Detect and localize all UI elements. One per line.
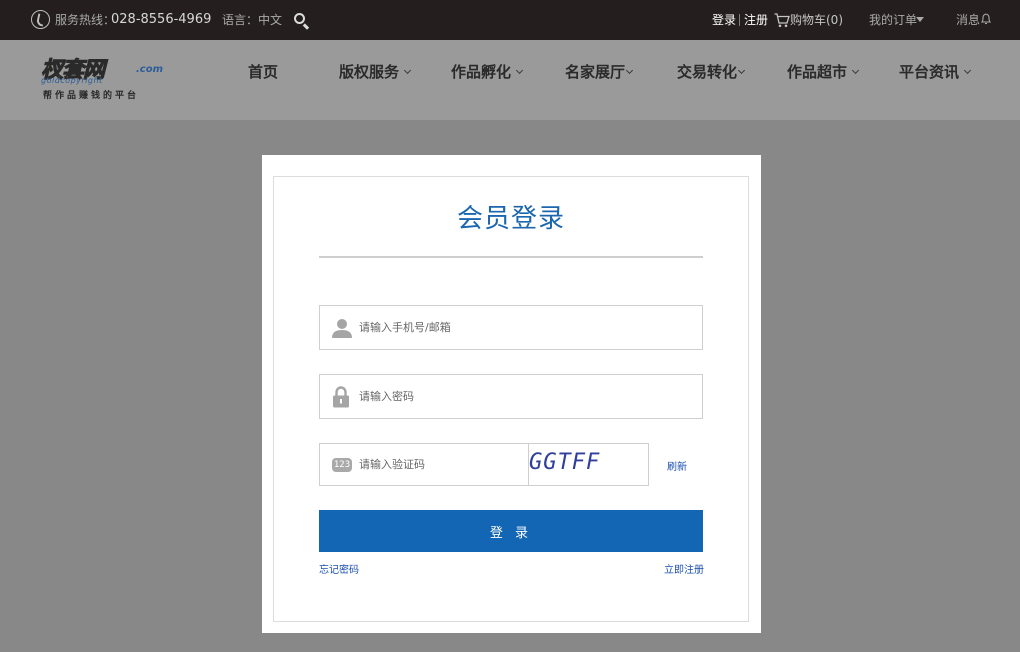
- chevron-down-icon: [625, 66, 634, 75]
- nav-item-copyright[interactable]: 版权服务: [339, 60, 412, 84]
- cart-link[interactable]: 购物车(0): [790, 0, 843, 40]
- account-input[interactable]: [359, 306, 679, 349]
- nav-label: 名家展厅: [565, 63, 626, 81]
- user-icon: [332, 319, 352, 338]
- caret-down-icon[interactable]: [916, 17, 924, 22]
- site-logo[interactable]: 杈套网 .com goldcopyright 帮作品赚钱的平台: [40, 52, 171, 104]
- captcha-input[interactable]: [359, 444, 524, 485]
- nav-label: 版权服务: [339, 63, 400, 81]
- logo-dotcom: .com: [136, 64, 164, 75]
- login-submit-button[interactable]: 登 录: [319, 510, 703, 552]
- nav-label: 首页: [248, 63, 279, 81]
- account-field: [319, 305, 703, 350]
- logo-domain: goldcopyright: [41, 76, 103, 85]
- nav-label: 作品孵化: [451, 63, 512, 81]
- nav-item-market[interactable]: 作品超市: [787, 60, 860, 84]
- register-link[interactable]: 注册: [744, 0, 768, 40]
- chevron-down-icon: [963, 66, 972, 75]
- chevron-down-icon: [737, 66, 746, 75]
- cart-icon[interactable]: [774, 12, 790, 28]
- top-bar: 服务热线： 028-8556-4969 语言：中文 登录 注册 购物车(0) 我…: [0, 0, 1020, 40]
- nav-item-trade[interactable]: 交易转化: [677, 60, 746, 84]
- phone-icon: [31, 10, 50, 29]
- login-link[interactable]: 登录: [712, 0, 736, 40]
- captcha-field: 123: [319, 443, 529, 486]
- password-input[interactable]: [359, 375, 679, 418]
- chevron-down-icon: [851, 66, 860, 75]
- nav-label: 平台资讯: [899, 63, 960, 81]
- nav-item-incubation[interactable]: 作品孵化: [451, 60, 524, 84]
- code-123-icon: 123: [332, 458, 352, 472]
- register-now-link[interactable]: 立即注册: [664, 561, 704, 576]
- nav-item-home[interactable]: 首页: [248, 60, 278, 84]
- main-nav: 杈套网 .com goldcopyright 帮作品赚钱的平台 首页 版权服务 …: [0, 40, 1020, 120]
- chevron-down-icon: [515, 66, 524, 75]
- logo-slogan: 帮作品赚钱的平台: [43, 91, 140, 101]
- hotline-number: 028-8556-4969: [111, 12, 212, 27]
- hotline-label: 服务热线：: [55, 13, 116, 27]
- my-orders-menu[interactable]: 我的订单: [869, 0, 917, 40]
- password-field: [319, 374, 703, 419]
- refresh-captcha-link[interactable]: 刷新: [667, 458, 687, 473]
- bell-icon[interactable]: [981, 13, 991, 25]
- language-selector[interactable]: 语言：中文: [222, 0, 282, 40]
- lock-icon: [333, 386, 349, 408]
- search-icon[interactable]: [294, 13, 305, 24]
- nav-label: 作品超市: [787, 63, 848, 81]
- divider: [739, 14, 740, 26]
- forgot-password-link[interactable]: 忘记密码: [319, 561, 359, 576]
- nav-item-gallery[interactable]: 名家展厅: [565, 60, 634, 84]
- messages-link[interactable]: 消息: [956, 0, 980, 40]
- chevron-down-icon: [403, 66, 412, 75]
- login-title: 会员登录: [456, 204, 565, 234]
- title-divider: [319, 256, 703, 258]
- nav-item-news[interactable]: 平台资讯: [899, 60, 972, 84]
- captcha-code: GGTFF: [529, 450, 601, 475]
- nav-label: 交易转化: [677, 63, 738, 81]
- captcha-image[interactable]: GGTFF: [528, 443, 649, 486]
